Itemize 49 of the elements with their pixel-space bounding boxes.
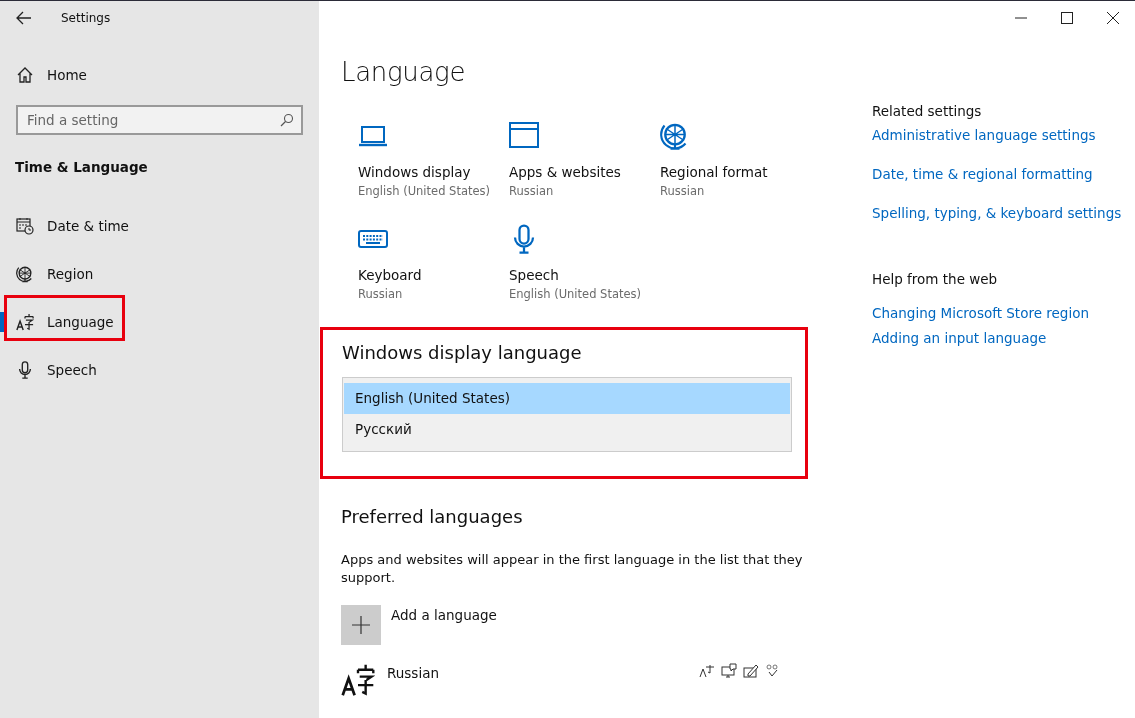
- language-icon: [341, 663, 375, 697]
- language-pack-icon: [699, 663, 715, 679]
- back-icon[interactable]: [16, 11, 32, 25]
- window-title: Settings: [61, 11, 111, 25]
- description-text: Apps and websites will appear in the first language in the list that they support.: [341, 551, 804, 587]
- maximize-icon[interactable]: [1061, 12, 1073, 24]
- section-heading: Windows display language: [342, 342, 583, 363]
- plus-icon: [351, 615, 371, 635]
- language-name[interactable]: Russian: [387, 665, 699, 681]
- tile-label[interactable]: Apps & websites: [509, 164, 660, 180]
- nav-item[interactable]: Speech: [0, 346, 319, 394]
- link[interactable]: Administrative language settings: [872, 127, 1122, 143]
- link[interactable]: Date, time & regional formatting: [872, 166, 1122, 182]
- home-icon: [16, 66, 34, 84]
- dropdown-option[interactable]: Русский: [344, 414, 790, 445]
- tile-value: Russian: [660, 184, 706, 198]
- handwriting-icon: [743, 663, 759, 679]
- home-nav-item[interactable]: Home: [0, 65, 319, 85]
- window-icon: [509, 121, 539, 151]
- language-icon: [16, 313, 34, 331]
- tile-value: Russian: [509, 184, 555, 198]
- tile-value: English (United States): [509, 287, 643, 301]
- search-icon[interactable]: [280, 113, 294, 127]
- add-language-label[interactable]: Add a language: [391, 605, 497, 645]
- group-heading: Help from the web: [872, 271, 999, 287]
- group-heading: Related settings: [872, 103, 983, 119]
- speech-icon: [721, 663, 737, 679]
- page-title: Language: [341, 57, 467, 87]
- calendar-icon: [16, 217, 34, 235]
- nav-item[interactable]: Date & time: [0, 202, 319, 250]
- nav-item[interactable]: Region: [0, 250, 319, 298]
- link[interactable]: Changing Microsoft Store region: [872, 305, 1122, 321]
- tile-label[interactable]: Windows display: [358, 164, 509, 180]
- microphone-icon: [16, 361, 34, 379]
- tile-label[interactable]: Keyboard: [358, 267, 509, 283]
- tile-label[interactable]: Regional format: [660, 164, 811, 180]
- close-icon[interactable]: [1107, 12, 1119, 24]
- section-heading: Preferred languages: [341, 506, 524, 527]
- section-heading: Time & Language: [15, 159, 149, 175]
- globe-icon: [16, 265, 34, 283]
- spellcheck-icon: [765, 663, 781, 679]
- tile-value: Russian: [358, 287, 404, 301]
- tile-label[interactable]: Speech: [509, 267, 660, 283]
- dropdown-option[interactable]: English (United States): [344, 383, 790, 414]
- link[interactable]: Spelling, typing, & keyboard settings: [872, 205, 1122, 221]
- search-field[interactable]: Find a setting: [16, 105, 303, 135]
- tile-value: English (United States): [358, 184, 492, 198]
- add-button[interactable]: [341, 605, 381, 645]
- link[interactable]: Adding an input language: [872, 330, 1122, 346]
